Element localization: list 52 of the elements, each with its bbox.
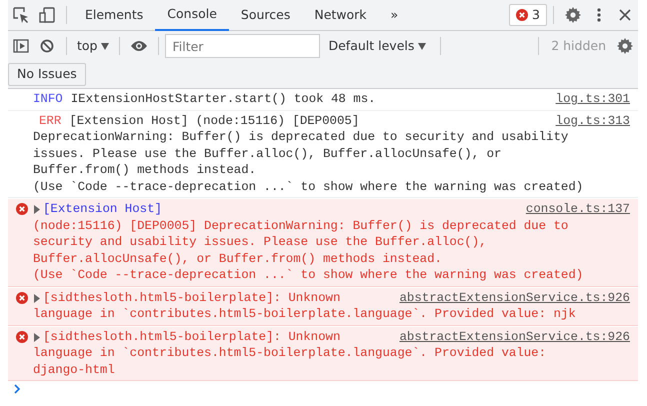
error-icon bbox=[516, 9, 528, 21]
log-text: issues. Please use the Buffer.alloc(), Buffer.allocUnsafe(), or bbox=[33, 146, 502, 162]
source-link[interactable]: abstractExtensionService.ts:926 bbox=[387, 290, 630, 306]
expand-arrow-icon[interactable] bbox=[33, 205, 41, 214]
caret-icon bbox=[101, 42, 110, 50]
expand-arrow-icon[interactable] bbox=[33, 294, 41, 302]
error-text: (Use `Code --trace-deprecation ...` to show where the warning was created) bbox=[33, 267, 584, 284]
hidden-count: 2 hidden bbox=[550, 36, 607, 55]
message-link[interactable]: [Extension Host] bbox=[43, 201, 162, 218]
log-text: (Use `Code --trace-deprecation ...` to show where the warning was created) bbox=[33, 178, 584, 195]
error-icon bbox=[16, 330, 28, 343]
close-icon[interactable] bbox=[619, 9, 631, 21]
error-text: language in `contributes.html5-boilerplate.language`. Provided value: njk bbox=[33, 306, 577, 322]
filter-field[interactable]: Filter bbox=[165, 34, 320, 58]
error-text: django-html bbox=[33, 362, 116, 378]
levels-dropdown[interactable]: Default levels bbox=[320, 34, 434, 58]
error-icon bbox=[16, 292, 28, 304]
error-text: security and usability issues. Please use the Buffer.alloc(), bbox=[33, 234, 488, 250]
clear-icon[interactable] bbox=[40, 39, 54, 53]
error-text: [sidthesloth.html5-boilerplate]: Unknown bbox=[43, 290, 340, 306]
device-icon[interactable] bbox=[39, 7, 55, 23]
console-settings-icon[interactable] bbox=[617, 38, 633, 54]
prompt-chevron-icon bbox=[14, 384, 21, 394]
tab[interactable]: Elements bbox=[73, 0, 156, 30]
inspect-icon[interactable] bbox=[13, 7, 29, 23]
more-menu-icon[interactable] bbox=[597, 7, 601, 23]
level-label: ERR bbox=[38, 112, 62, 129]
sidebar-toggle-icon[interactable] bbox=[13, 39, 29, 53]
error-text: Buffer.allocUnsafe(), or Buffer.from() methods instead. bbox=[33, 250, 443, 267]
error-icon bbox=[16, 203, 28, 216]
tab[interactable]: Network bbox=[302, 0, 379, 30]
caret-icon bbox=[418, 42, 426, 50]
eye-icon[interactable] bbox=[130, 40, 148, 52]
log-text: DeprecationWarning: Buffer() is deprecated due to security and usability bbox=[33, 129, 570, 146]
log-text: IExtensionHostStarter.start() took 48 ms. bbox=[70, 91, 376, 108]
settings-icon[interactable] bbox=[565, 7, 581, 23]
error-text: [sidthesloth.html5-boilerplate]: Unknown bbox=[43, 328, 340, 345]
log-text: Buffer.from() methods instead. bbox=[33, 162, 258, 178]
error-text: language in `contributes.html5-boilerplate.language`. Provided value: bbox=[33, 345, 548, 362]
level-label: INFO bbox=[33, 91, 64, 108]
source-link[interactable]: log.ts:301 bbox=[544, 91, 630, 108]
context-dropdown[interactable]: top bbox=[73, 34, 114, 58]
issues-button[interactable]: No Issues bbox=[8, 63, 86, 86]
more-tabs-button[interactable]: » bbox=[378, 0, 410, 30]
tab[interactable]: Sources bbox=[228, 0, 302, 30]
source-link[interactable]: log.ts:313 bbox=[544, 112, 630, 129]
source-link[interactable]: console.ts:137 bbox=[514, 201, 630, 218]
expand-arrow-icon[interactable] bbox=[33, 332, 41, 342]
error-text: (node:15116) [DEP0005] DeprecationWarning: Buffer() is deprecated due to bbox=[33, 218, 570, 234]
source-link[interactable]: abstractExtensionService.ts:926 bbox=[387, 328, 630, 345]
log-text: [Extension Host] (node:15116) [DEP0005] bbox=[69, 112, 360, 129]
error-count-button[interactable]: 3 bbox=[509, 4, 547, 26]
